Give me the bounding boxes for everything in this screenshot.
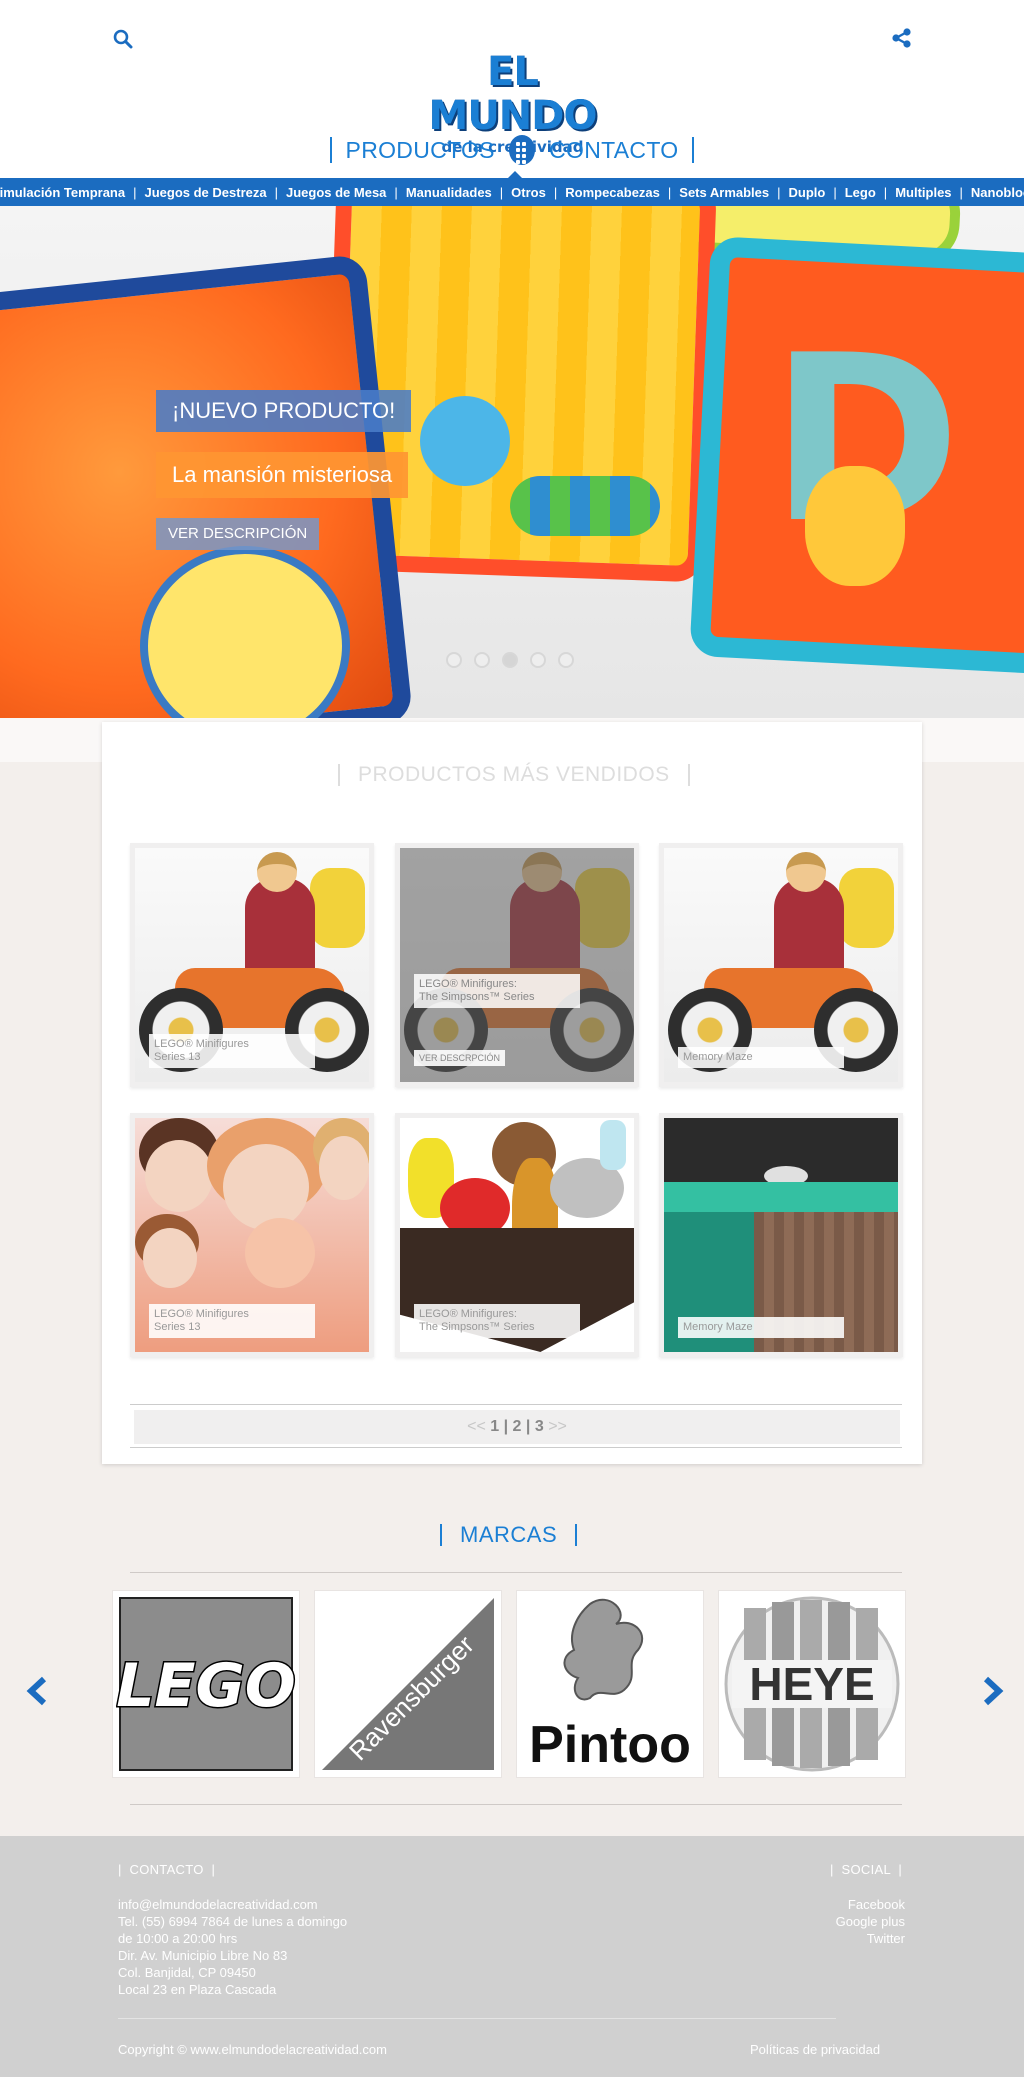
hero-image-critter [510,476,660,536]
product-image [400,848,634,1082]
hero-description-button[interactable]: VER DESCRIPCIÓN [156,518,320,550]
category-multiples[interactable]: Multiples [887,185,959,200]
grid-icon[interactable] [508,135,536,170]
brand-pintoo[interactable]: Pintoo [516,1590,704,1778]
category-destreza[interactable]: Juegos de Destreza [136,185,274,200]
site-header: EL MUNDO de la creatividad PRODUCTOS CON… [0,0,1024,178]
product-label: LEGO® Minifigures Series 13 [149,1304,315,1338]
footer-privacy-link[interactable]: Políticas de privacidad [750,2042,880,2057]
product-label: Memory Maze [678,1317,844,1338]
product-label: LEGO® Minifigures: The Simpsons™ Series [414,974,580,1008]
category-bar: Estimulación Temprana| Juegos de Destrez… [0,178,1024,206]
product-description-button[interactable]: VER DESCRPCIÓN [414,1050,506,1066]
social-facebook-link[interactable]: Facebook [780,1896,905,1913]
best-sellers-title-text: PRODUCTOS MÁS VENDIDOS [358,763,670,786]
product-label: Memory Maze [678,1047,844,1068]
slider-dot[interactable] [474,652,490,668]
brand-ravensburger[interactable]: Ravensburger [314,1590,502,1778]
footer-copyright: Copyright © www.elmundodelacreatividad.c… [118,2042,387,2057]
slider-dot[interactable] [558,652,574,668]
hero-slider: D [0,206,1024,718]
svg-text:HEYE: HEYE [749,1658,874,1710]
category-estimulacion[interactable]: Estimulación Temprana [0,185,133,200]
category-rompecabezas[interactable]: Rompecabezas [557,185,668,200]
share-icon[interactable] [890,26,914,50]
footer-divider [118,2018,836,2019]
footer-hours: de 10:00 a 20:00 hrs [118,1931,238,1946]
product-card[interactable]: LEGO® Minifigures Series 13 [130,1113,374,1357]
best-sellers-title: PRODUCTOS MÁS VENDIDOS [338,763,690,787]
product-card[interactable]: Memory Maze [659,1113,903,1357]
category-lego[interactable]: Lego [837,185,884,200]
ravensburger-logo: Ravensburger [322,1598,494,1770]
product-card[interactable]: LEGO® Minifigures: The Simpsons™ Series [395,1113,639,1357]
hero-image-critter [420,396,510,486]
slider-dot[interactable] [530,652,546,668]
slider-dots [446,652,574,668]
pintoo-logo: Pintoo [529,1598,691,1774]
svg-text:LEGO: LEGO [116,1651,295,1721]
footer-social-title: | SOCIAL | [830,1862,903,1877]
category-manualidades[interactable]: Manualidades [398,185,500,200]
category-duplo[interactable]: Duplo [781,185,834,200]
brands-divider [130,1572,902,1573]
product-card[interactable]: Memory Maze [659,843,903,1087]
pager-divider [130,1404,902,1405]
chevron-left-icon[interactable] [24,1676,50,1706]
heye-logo: HEYE [724,1596,900,1772]
nav-contact[interactable]: CONTACTO [535,137,692,164]
product-card-hover[interactable]: LEGO® Minifigures: The Simpsons™ Series … [395,843,639,1087]
footer-address: Local 23 en Plaza Cascada [118,1982,277,1997]
footer-contact-info: info@elmundodelacreatividad.com Tel. (55… [118,1896,347,1998]
footer-address: Dir. Av. Municipio Libre No 83 [118,1948,288,1963]
footer-phone: Tel. (55) 6994 7864 de lunes a domingo [118,1914,348,1929]
brand-heye[interactable]: HEYE [718,1590,906,1778]
footer-contact-title: | CONTACTO | [118,1862,216,1877]
pagination: << 1 | 2 | 3 >> [134,1410,900,1444]
brand-lego[interactable]: LEGO [112,1590,300,1778]
pager-page-1[interactable]: 1 [490,1418,499,1435]
social-googleplus-link[interactable]: Google plus [780,1913,905,1930]
product-card[interactable]: LEGO® Minifigures Series 13 [130,843,374,1087]
product-label: LEGO® Minifigures Series 13 [149,1034,315,1068]
category-mesa[interactable]: Juegos de Mesa [278,185,394,200]
footer-social-links: Facebook Google plus Twitter [780,1896,905,1947]
lego-logo: LEGO [116,1597,296,1771]
svg-text:Pintoo: Pintoo [529,1716,691,1774]
category-otros[interactable]: Otros [503,185,554,200]
category-sets[interactable]: Sets Armables [671,185,777,200]
nav-divider [692,137,695,163]
hero-title: La mansión misteriosa [156,452,409,498]
search-icon[interactable] [112,28,134,50]
social-twitter-link[interactable]: Twitter [780,1930,905,1947]
hero-image-critter [805,466,905,586]
slider-dot-active[interactable] [502,652,518,668]
site-footer: | CONTACTO | info@elmundodelacreatividad… [0,1836,1024,2077]
category-nanoblocks[interactable]: Nanoblocks [963,185,1024,200]
chevron-right-icon[interactable] [980,1676,1006,1706]
brands-divider [130,1804,902,1805]
logo-main-text: EL MUNDO [428,49,598,139]
pager-next[interactable]: >> [548,1418,567,1435]
product-label: LEGO® Minifigures: The Simpsons™ Series [414,1304,580,1338]
pager-page-3[interactable]: 3 [535,1418,544,1435]
brands-title-text: MARCAS [460,1522,558,1547]
nav-products[interactable]: PRODUCTOS [332,137,509,164]
nav-pointer-arrow [508,171,522,178]
slider-dot[interactable] [446,652,462,668]
pager-divider [130,1447,902,1448]
pager-prev[interactable]: << [467,1418,486,1435]
site-logo[interactable]: EL MUNDO de la creatividad [410,50,615,156]
footer-address: Col. Banjidal, CP 09450 [118,1965,256,1980]
brands-title: MARCAS [440,1522,578,1548]
main-nav: PRODUCTOS CONTACTO [330,134,695,170]
hero-badge: ¡NUEVO PRODUCTO! [156,390,412,432]
footer-email[interactable]: info@elmundodelacreatividad.com [118,1896,347,1913]
